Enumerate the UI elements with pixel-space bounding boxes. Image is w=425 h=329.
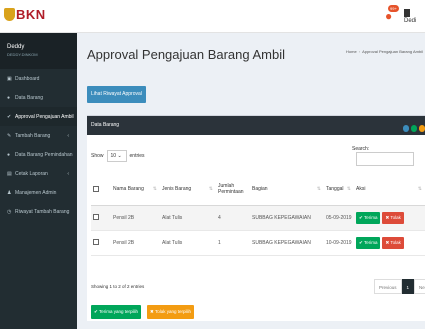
col-bagian[interactable]: Bagian ⇅	[250, 173, 324, 206]
cell-jumlah: 4	[216, 205, 250, 231]
cell-bagian: SUBBAG KEPEGAWAIAN	[250, 205, 324, 231]
breadcrumb: Home › Approval Pengajuan Barang Ambil	[346, 49, 423, 54]
cell-tanggal: 05-09-2019	[324, 205, 354, 231]
approval-table: Nama Barang ⇅ Jenis Barang ⇅ Jumlah Permin…	[91, 173, 425, 256]
table-info: Showing 1 to 2 of 2 entries	[91, 284, 145, 289]
reject-button[interactable]: ✖ Tolak	[382, 211, 404, 224]
cell-nama: Pensil 2B	[111, 205, 160, 231]
sort-icon: ⇅	[208, 185, 213, 192]
cell-jenis: Alat Tulis	[160, 205, 216, 231]
cell-tanggal: 10-09-2019	[324, 230, 354, 256]
sidebar-item-pemindahan[interactable]: ● Data Barang Pemindahan	[0, 145, 77, 164]
window-controls	[401, 122, 425, 141]
notification-badge: 99+	[388, 5, 399, 12]
chevron-left-icon: ‹	[67, 170, 69, 177]
sidebar-item-cetak-laporan[interactable]: ▤ Cetak Laporan ‹	[0, 164, 77, 183]
top-navbar: BKN ● 99+ Dedi	[0, 0, 425, 33]
breadcrumb-current: Approval Pengajuan Barang Ambil	[362, 49, 423, 54]
reject-button[interactable]: ✖ Tolak	[382, 236, 404, 249]
pagination-next[interactable]: Next	[414, 279, 425, 294]
user-menu[interactable]: Dedi	[404, 9, 425, 24]
cell-jumlah: 1	[216, 230, 250, 256]
table-row: Pensil 2B Alat Tulis 4 SUBBAG KEPEGAWAIA…	[91, 205, 425, 231]
garuda-crest-icon	[4, 8, 15, 21]
sidebar: Deddy DEDDY.DINKOM ▣ Dashboard ● Data Bara…	[0, 33, 77, 329]
col-jumlah[interactable]: Jumlah Permintaan	[216, 173, 250, 206]
user-icon: ♟	[7, 189, 12, 196]
print-icon: ▤	[7, 170, 12, 177]
approve-button[interactable]: ✔ Terima	[356, 211, 381, 224]
history-icon: ◷	[7, 208, 12, 215]
pagination-page-1[interactable]: 1	[401, 279, 415, 294]
sidebar-user-panel: Deddy DEDDY.DINKOM	[0, 33, 77, 69]
sidebar-item-riwayat[interactable]: ◷ Riwayat Tambah Barang	[0, 202, 77, 221]
cell-bagian: SUBBAG KEPEGAWAIAN	[250, 230, 324, 256]
table-row: Pensil 2B Alat Tulis 1 SUBBAG KEPEGAWAIA…	[91, 230, 425, 256]
chevron-down-icon: ⌄	[117, 153, 122, 159]
breadcrumb-home[interactable]: Home	[346, 49, 357, 54]
sidebar-user-sub: DEDDY.DINKOM	[7, 52, 38, 57]
sort-icon: ⇅	[152, 185, 157, 192]
row-checkbox[interactable]	[93, 214, 99, 221]
entries-length-control: Show 10 ⌄ entries	[91, 150, 145, 162]
bulk-approve-button[interactable]: ✔ Terima yang terpilih	[91, 305, 141, 319]
dashboard-icon: ▣	[7, 75, 12, 82]
select-all-checkbox[interactable]	[93, 185, 99, 192]
entries-select[interactable]: 10 ⌄	[106, 150, 127, 162]
bkn-logo[interactable]: BKN	[4, 7, 46, 22]
circle-icon: ●	[7, 94, 11, 101]
sidebar-user-name: Deddy	[7, 44, 25, 50]
pagination-previous[interactable]: Previous	[374, 279, 402, 294]
sidebar-item-tambah-barang[interactable]: ✎ Tambah Barang ‹	[0, 126, 77, 145]
minimize-dot[interactable]	[403, 125, 409, 132]
col-jenis-barang[interactable]: Jenis Barang ⇅	[160, 173, 216, 206]
sort-icon: ⇅	[417, 185, 422, 192]
search-input[interactable]	[356, 152, 414, 166]
cell-nama: Pensil 2B	[111, 230, 160, 256]
pencil-icon: ✎	[7, 132, 12, 139]
sort-icon: ⇅	[316, 185, 321, 192]
col-aksi[interactable]: Aksi ⇅	[354, 173, 425, 206]
sidebar-item-data-barang[interactable]: ● Data Barang	[0, 88, 77, 107]
user-icon	[404, 9, 410, 17]
circle-icon: ●	[7, 151, 11, 158]
main-content: Approval Pengajuan Barang Ambil Home › App…	[77, 33, 425, 329]
sort-icon: ⇅	[346, 185, 351, 192]
data-barang-card: Data Barang Show 10 ⌄ entries Search: Nama…	[87, 115, 425, 321]
bulk-reject-button[interactable]: ✖ Tolak yang terpilih	[147, 305, 194, 319]
expand-dot[interactable]	[411, 125, 417, 132]
sidebar-item-manajemen-admin[interactable]: ♟ Manajemen Admin	[0, 183, 77, 202]
col-nama-barang[interactable]: Nama Barang ⇅	[111, 173, 160, 206]
col-select-all[interactable]	[91, 173, 111, 206]
close-dot[interactable]	[419, 125, 425, 132]
check-icon: ✔	[7, 113, 12, 120]
sidebar-item-approval[interactable]: ✔ Approval Pengajuan Ambil	[0, 107, 77, 126]
notification-button[interactable]: ● 99+	[385, 5, 399, 23]
approve-button[interactable]: ✔ Terima	[356, 236, 381, 249]
row-checkbox[interactable]	[93, 239, 99, 246]
card-title: Data Barang	[91, 122, 120, 128]
table-search: Search:	[352, 146, 425, 166]
sidebar-item-dashboard[interactable]: ▣ Dashboard	[0, 69, 77, 88]
card-header: Data Barang	[87, 116, 425, 135]
history-approval-button[interactable]: Lihat Riwayat Approval	[87, 86, 146, 103]
cell-jenis: Alat Tulis	[160, 230, 216, 256]
pagination: Previous 1 Next	[374, 279, 425, 294]
chevron-left-icon: ‹	[67, 132, 69, 139]
page-title: Approval Pengajuan Barang Ambil	[87, 47, 286, 62]
col-tanggal[interactable]: Tanggal ⇅	[324, 173, 354, 206]
